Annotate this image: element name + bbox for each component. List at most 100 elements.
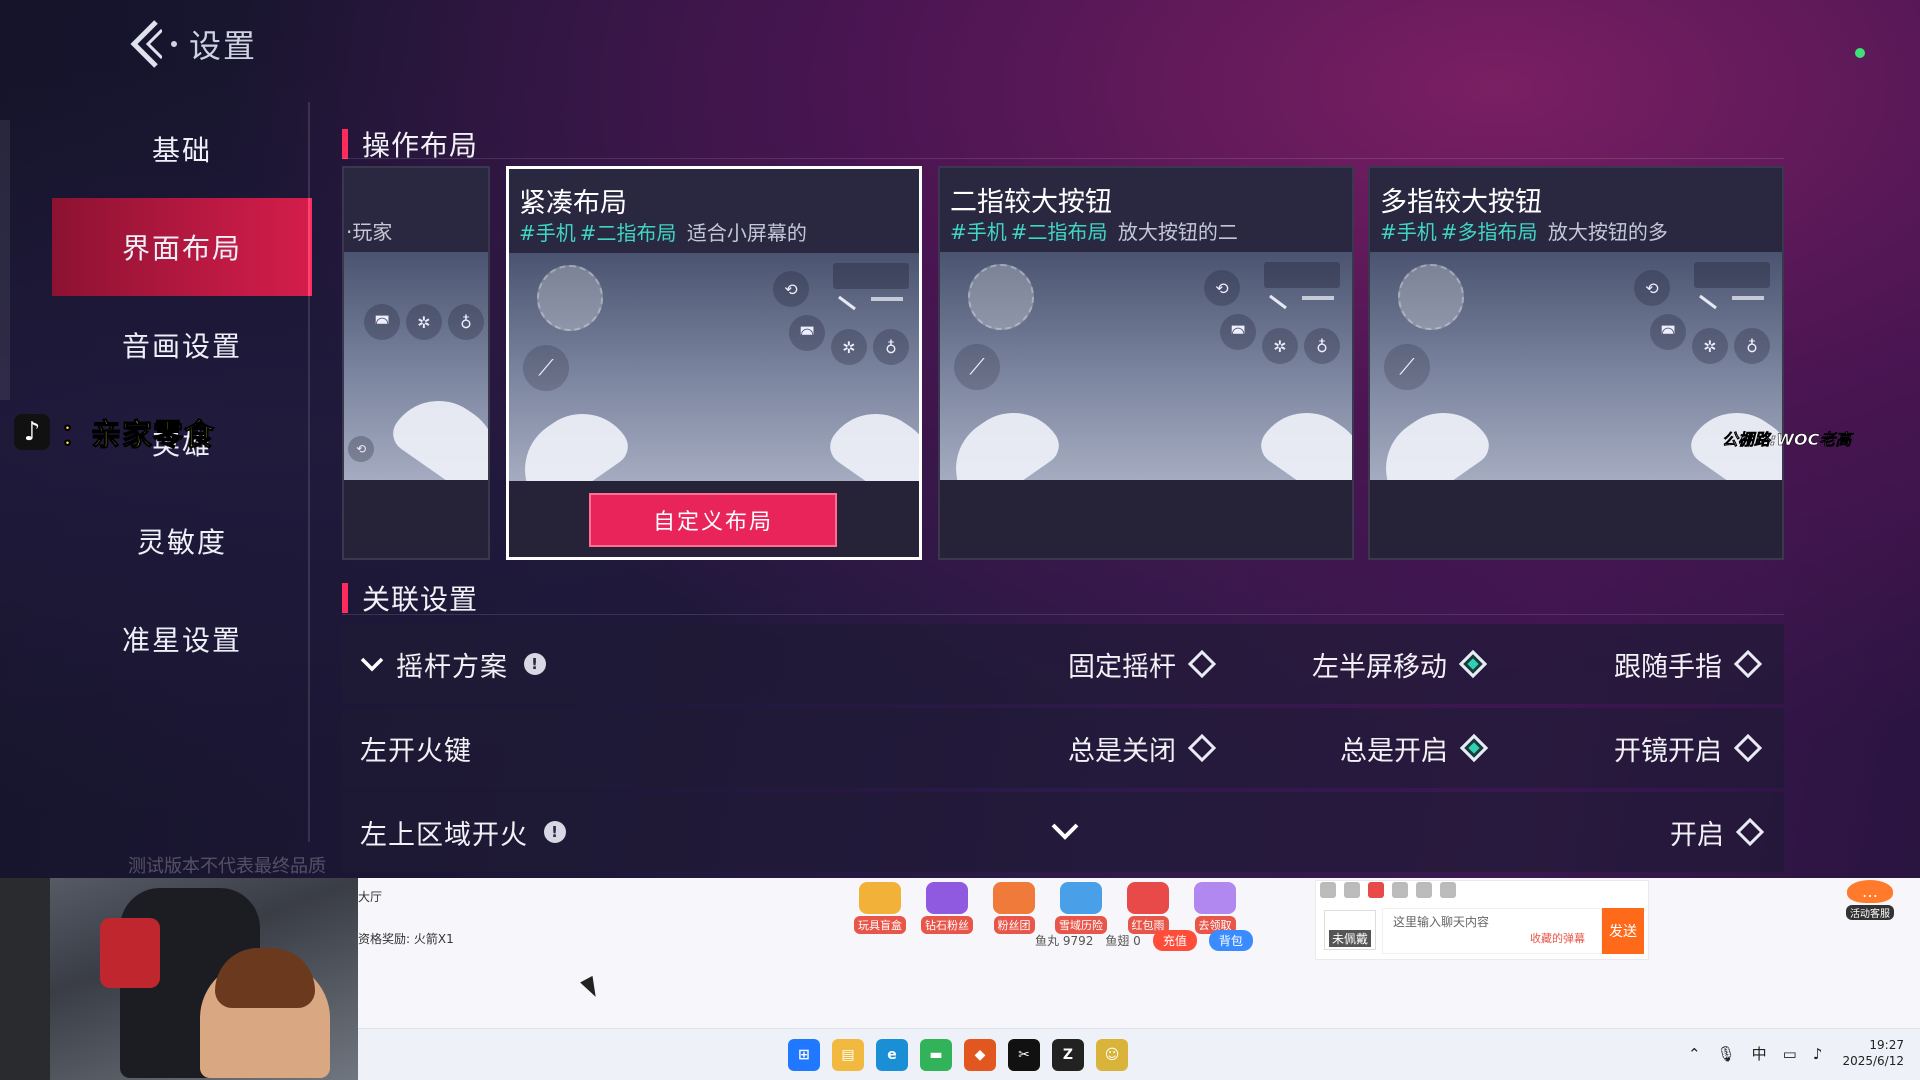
chevron-down-icon[interactable]	[360, 650, 384, 678]
taskbar-app-edge-icon[interactable]: e	[876, 1039, 908, 1071]
option-label: 左半屏移动	[1312, 651, 1447, 683]
gift-icon	[1194, 882, 1236, 914]
info-icon[interactable]: !	[524, 653, 546, 675]
saved-danmaku-link[interactable]: 收藏的弹幕	[1530, 930, 1585, 946]
diamond-icon	[926, 882, 968, 914]
diamond-radio-icon	[1733, 649, 1763, 679]
grenade-icon: ♁	[1734, 328, 1770, 364]
row-label-text: 左上区域开火	[360, 819, 528, 851]
emoji-icon[interactable]	[1320, 882, 1336, 898]
rifle-icon	[1694, 262, 1770, 288]
layout-card-partial[interactable]: ·玩家 ◚ ✲ ♁ ⟲	[342, 166, 490, 560]
option-fixed-joystick[interactable]: 固定摇杆	[1068, 645, 1217, 684]
lobby-tab[interactable]: 大厅	[358, 888, 382, 905]
fish-wing-count: 鱼翅 0	[1105, 934, 1141, 948]
clock[interactable]: 19:27 2025/6/12	[1840, 1037, 1904, 1069]
scroll-down-icon[interactable]	[1050, 818, 1080, 844]
chat-toolbar	[1320, 882, 1464, 898]
card-tags: ·玩家	[346, 216, 392, 245]
rifle-icon	[833, 263, 909, 289]
taskbar-app-start-icon[interactable]: ⊞	[788, 1039, 820, 1071]
recharge-button[interactable]: 充值	[1152, 930, 1197, 951]
page-title: 设置	[189, 27, 258, 65]
fan-icon[interactable]	[1392, 882, 1408, 898]
font-icon[interactable]	[1368, 882, 1384, 898]
reload-icon: ⟲	[1634, 270, 1670, 306]
mic-icon[interactable]: 🎙	[1717, 1045, 1736, 1063]
diamond-radio-icon	[1735, 817, 1765, 847]
activity-fan-club[interactable]: 粉丝团	[984, 882, 1044, 934]
section-title-text: 关联设置	[362, 583, 479, 616]
fan-badge[interactable]: 未佩戴	[1324, 910, 1376, 950]
taskbar-app-app-face-icon[interactable]: ☺	[1096, 1039, 1128, 1071]
option-follow-finger[interactable]: 跟随手指	[1614, 645, 1763, 684]
reload-icon: ⟲	[348, 436, 374, 462]
card-preview: ◚ ✲ ♁ ⟲	[344, 252, 488, 480]
fan-club-icon	[993, 882, 1035, 914]
taskbar-app-app-green-icon[interactable]: ▬	[920, 1039, 952, 1071]
option-always-on[interactable]: 总是开启	[1340, 729, 1489, 768]
activity-label: 钻石粉丝	[921, 916, 973, 934]
sidebar-item-ui-layout[interactable]: 界面布局	[52, 198, 312, 296]
status-indicator	[1855, 48, 1865, 58]
sidebar-item-label: 音画设置	[121, 330, 242, 363]
sidebar-item-basic[interactable]: 基础	[52, 100, 312, 198]
taskbar-app-app-capcut-icon[interactable]: ✂	[1008, 1039, 1040, 1071]
coupon-icon[interactable]	[1440, 882, 1456, 898]
layout-card-compact[interactable]: 紧凑布局 #手机 #二指布局 适合小屏幕的 ⟋ ⟲ ◚ ✲ ♁ 自定义布局	[506, 166, 922, 560]
thumb-right	[822, 393, 919, 481]
card-tag: #手机	[950, 220, 1007, 244]
taskbar-app-app-orange-icon[interactable]: ◆	[964, 1039, 996, 1071]
activity-diamond-fans[interactable]: 钻石粉丝	[917, 882, 977, 934]
back-button[interactable]	[125, 16, 165, 72]
layout-card-multi-finger-large[interactable]: 多指较大按钮 #手机 #多指布局 放大按钮的多 ⟋ ⟲ ◚ ✲ ♁	[1368, 166, 1784, 560]
sidebar-item-label: 基础	[151, 134, 212, 167]
header-dot	[171, 41, 177, 47]
taskbar-app-explorer-icon[interactable]: ▤	[832, 1039, 864, 1071]
activity-claim[interactable]: 去领取	[1185, 882, 1245, 934]
sidebar-item-crosshair[interactable]: 准星设置	[52, 590, 312, 688]
activity-snow-adventure[interactable]: 雪域历险	[1051, 882, 1111, 934]
backpack-button[interactable]: 背包	[1208, 930, 1253, 951]
option-scope-on[interactable]: 开镜开启	[1614, 729, 1763, 768]
event-service[interactable]: … 活动客服	[1842, 880, 1898, 920]
thumb-left	[1370, 392, 1497, 480]
reward-text: 资格奖励: 火箭X1	[358, 932, 454, 946]
activity-red-packet[interactable]: 红包雨	[1118, 882, 1178, 934]
sidebar-item-sensitivity[interactable]: 灵敏度	[52, 492, 312, 590]
custom-layout-button[interactable]: 自定义布局	[589, 493, 837, 547]
ime-indicator[interactable]: 中	[1752, 1043, 1767, 1064]
option-left-half-move[interactable]: 左半屏移动	[1312, 645, 1488, 684]
fan-badge-label: 未佩戴	[1328, 930, 1371, 947]
send-button[interactable]: 发送	[1602, 908, 1644, 954]
layout-card-two-finger-large[interactable]: 二指较大按钮 #手机 #二指布局 放大按钮的二 ⟋ ⟲ ◚ ✲ ♁	[938, 166, 1354, 560]
sidebar-item-label: 界面布局	[121, 232, 242, 265]
option-label: 开启	[1670, 819, 1724, 851]
row-label-text: 摇杆方案	[396, 651, 508, 683]
grenade-icon: ♁	[448, 304, 484, 340]
card-preview: ⟋ ⟲ ◚ ✲ ♁	[509, 253, 919, 481]
info-icon[interactable]: !	[544, 821, 566, 843]
thumb-left	[940, 392, 1067, 480]
volume-icon[interactable]: ♪	[1813, 1045, 1823, 1063]
network-icon[interactable]: ▭	[1783, 1045, 1797, 1063]
card-tag: #二指布局	[1010, 220, 1108, 244]
diamond-radio-icon	[1187, 733, 1217, 763]
tiktok-overlay: ♪ ：亲家零食	[14, 410, 215, 454]
fish-ball-count: 鱼丸 9792	[1035, 934, 1094, 948]
row-label[interactable]: 摇杆方案 !	[360, 645, 546, 684]
taskbar-app-app-z-icon[interactable]: Z	[1052, 1039, 1084, 1071]
diamond-radio-icon	[1733, 733, 1763, 763]
layout-card-list[interactable]: ·玩家 ◚ ✲ ♁ ⟲ 紧凑布局 #手机 #二指布局 适合小屏幕的 ⟋ ⟲ ◚ …	[342, 166, 1784, 560]
clock-date: 2025/6/12	[1842, 1054, 1904, 1068]
chevron-up-icon[interactable]: ⌃	[1688, 1045, 1701, 1063]
diamond-radio-icon	[1187, 649, 1217, 679]
gift-icon[interactable]	[1416, 882, 1432, 898]
activity-label: 粉丝团	[993, 916, 1035, 934]
thumb-right	[1253, 392, 1352, 480]
activity-toy-box[interactable]: 玩具盲盒	[850, 882, 910, 934]
sidebar-item-audio-video[interactable]: 音画设置	[52, 296, 312, 394]
option-always-off[interactable]: 总是关闭	[1068, 729, 1217, 768]
megaphone-icon[interactable]	[1344, 882, 1360, 898]
option-enable[interactable]: 开启	[1670, 813, 1765, 852]
